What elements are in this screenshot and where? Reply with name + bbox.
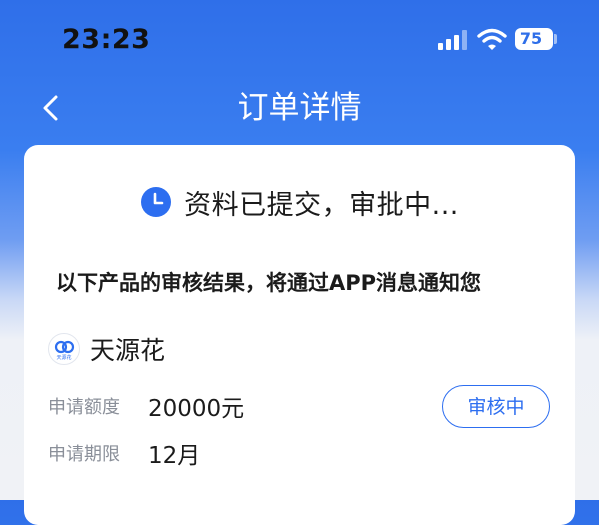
battery-tip <box>554 34 557 44</box>
amount-value: 20000元 <box>148 396 245 422</box>
notice-text: 以下产品的审核结果，将通过APP消息通知您 <box>56 271 482 295</box>
order-card: 资料已提交，审批中... 以下产品的审核结果，将通过APP消息通知您 天源花 天… <box>24 145 575 525</box>
term-label: 申请期限 <box>48 444 120 465</box>
product-name: 天源花 <box>90 336 166 365</box>
logo-mark-icon: 天源花 <box>54 340 75 361</box>
product-row: 天源花 天源花 <box>48 332 165 366</box>
battery-icon: 75 <box>515 28 553 50</box>
term-row: 申请期限 12月 <box>48 438 201 469</box>
signal-icon <box>438 30 468 50</box>
status-text: 资料已提交，审批中... <box>184 189 459 221</box>
nav-bar: 订单详情 <box>0 80 599 136</box>
page-title: 订单详情 <box>237 90 362 126</box>
product-logo: 天源花 <box>48 333 80 365</box>
wifi-icon <box>477 28 507 50</box>
review-status-button[interactable]: 审核中 <box>442 385 550 428</box>
clock-icon <box>141 187 172 217</box>
status-bar: 23:23 75 <box>0 0 599 80</box>
term-value: 12月 <box>148 443 201 469</box>
status-time: 23:23 <box>62 24 151 55</box>
amount-label: 申请额度 <box>48 397 120 418</box>
svg-text:天源花: 天源花 <box>56 354 71 361</box>
status-row: 资料已提交，审批中... <box>24 183 575 221</box>
battery-level: 75 <box>519 29 543 48</box>
amount-row: 申请额度 20000元 <box>48 391 245 422</box>
